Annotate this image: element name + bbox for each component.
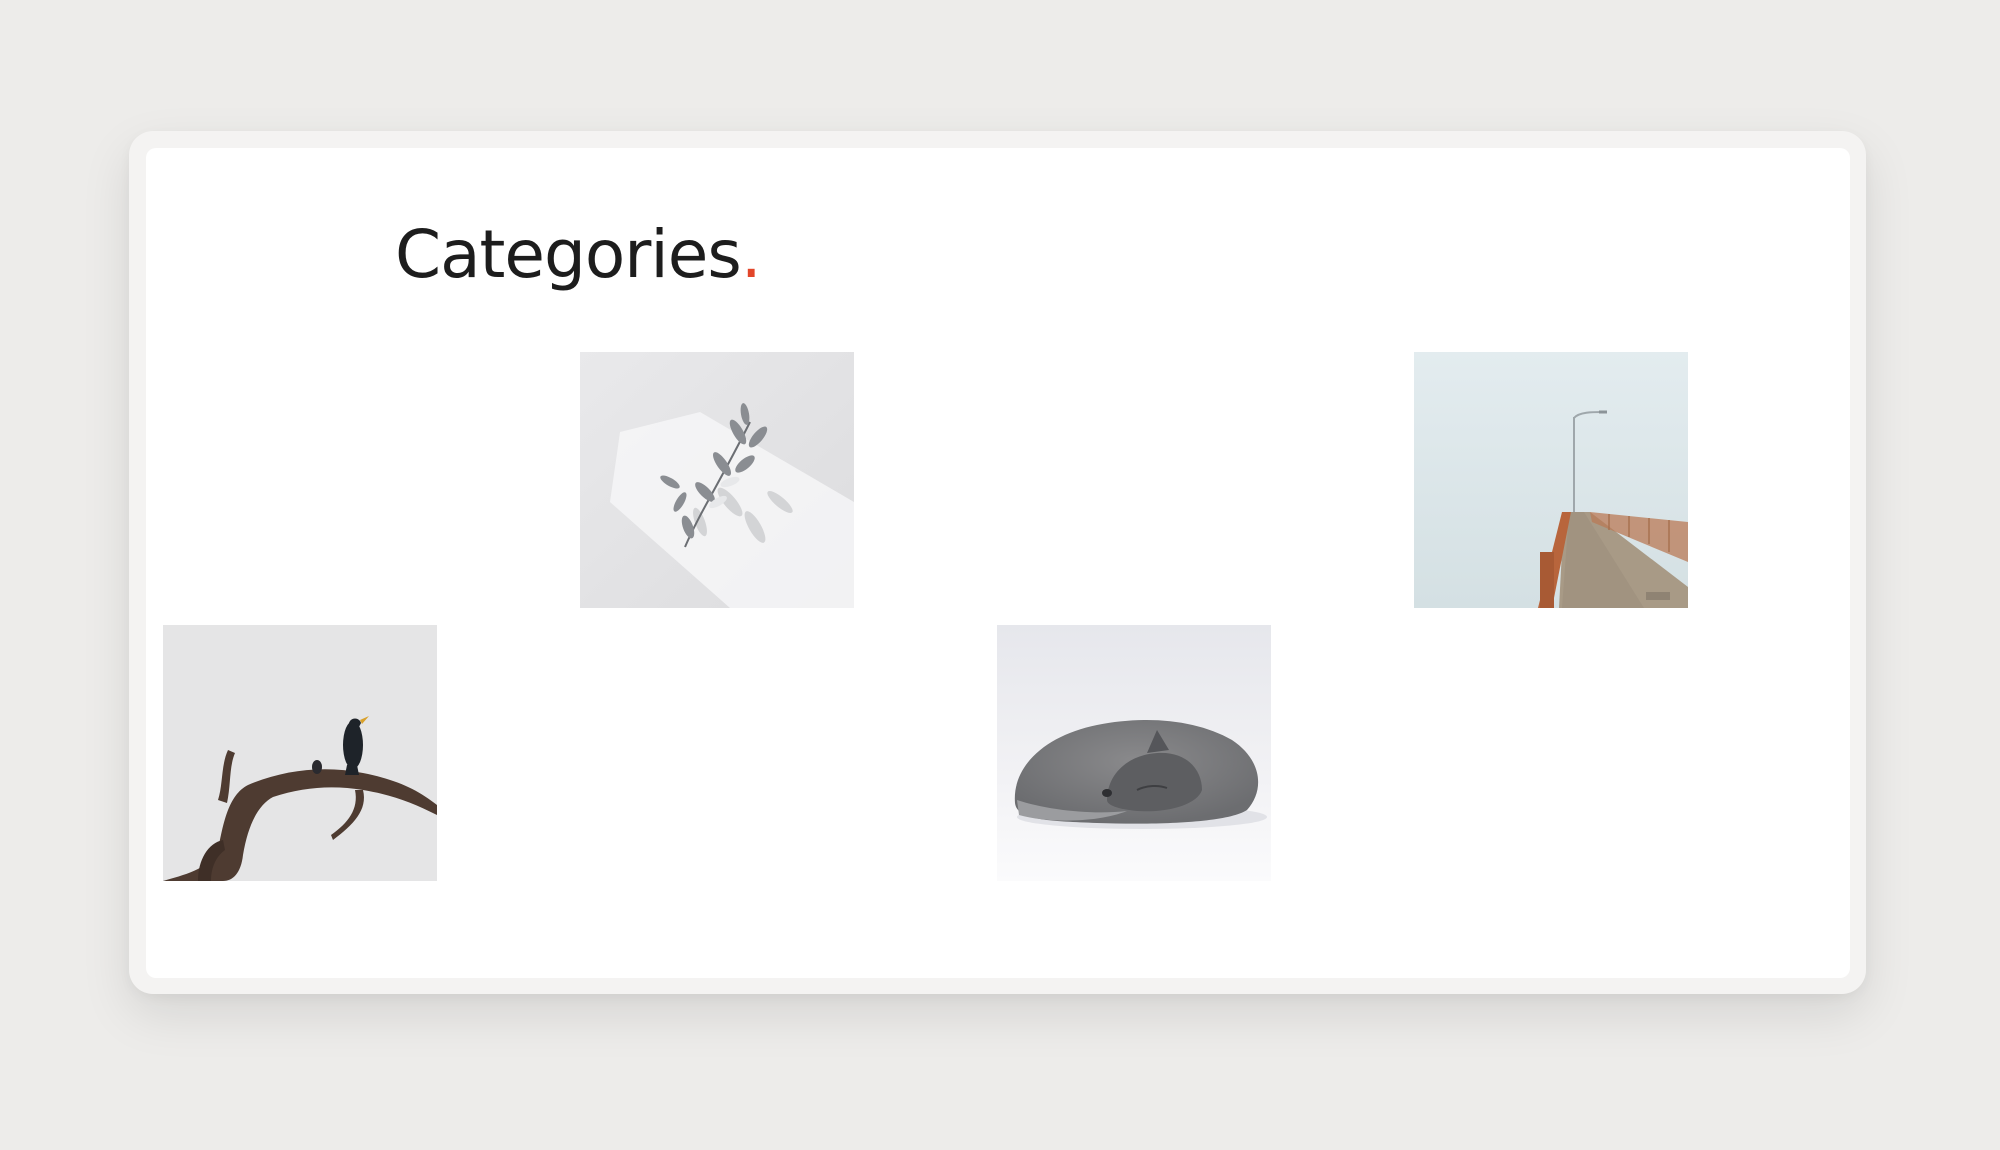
page-title-text: Categories: [395, 216, 742, 293]
category-card-bird[interactable]: [163, 625, 437, 881]
bird-on-branch-image: [163, 625, 437, 881]
foggy-bridge-image: [1414, 352, 1688, 608]
category-card-leaves[interactable]: [580, 352, 854, 608]
leaves-shadow-image: [580, 352, 854, 608]
category-card-bridge[interactable]: [1414, 352, 1688, 608]
title-accent-dot: .: [740, 216, 762, 293]
page-title: Categories.: [395, 222, 762, 288]
categories-page: Categories.: [146, 148, 1850, 978]
sleeping-arctic-fox-image: [997, 625, 1271, 881]
category-card-fox[interactable]: [997, 625, 1271, 881]
